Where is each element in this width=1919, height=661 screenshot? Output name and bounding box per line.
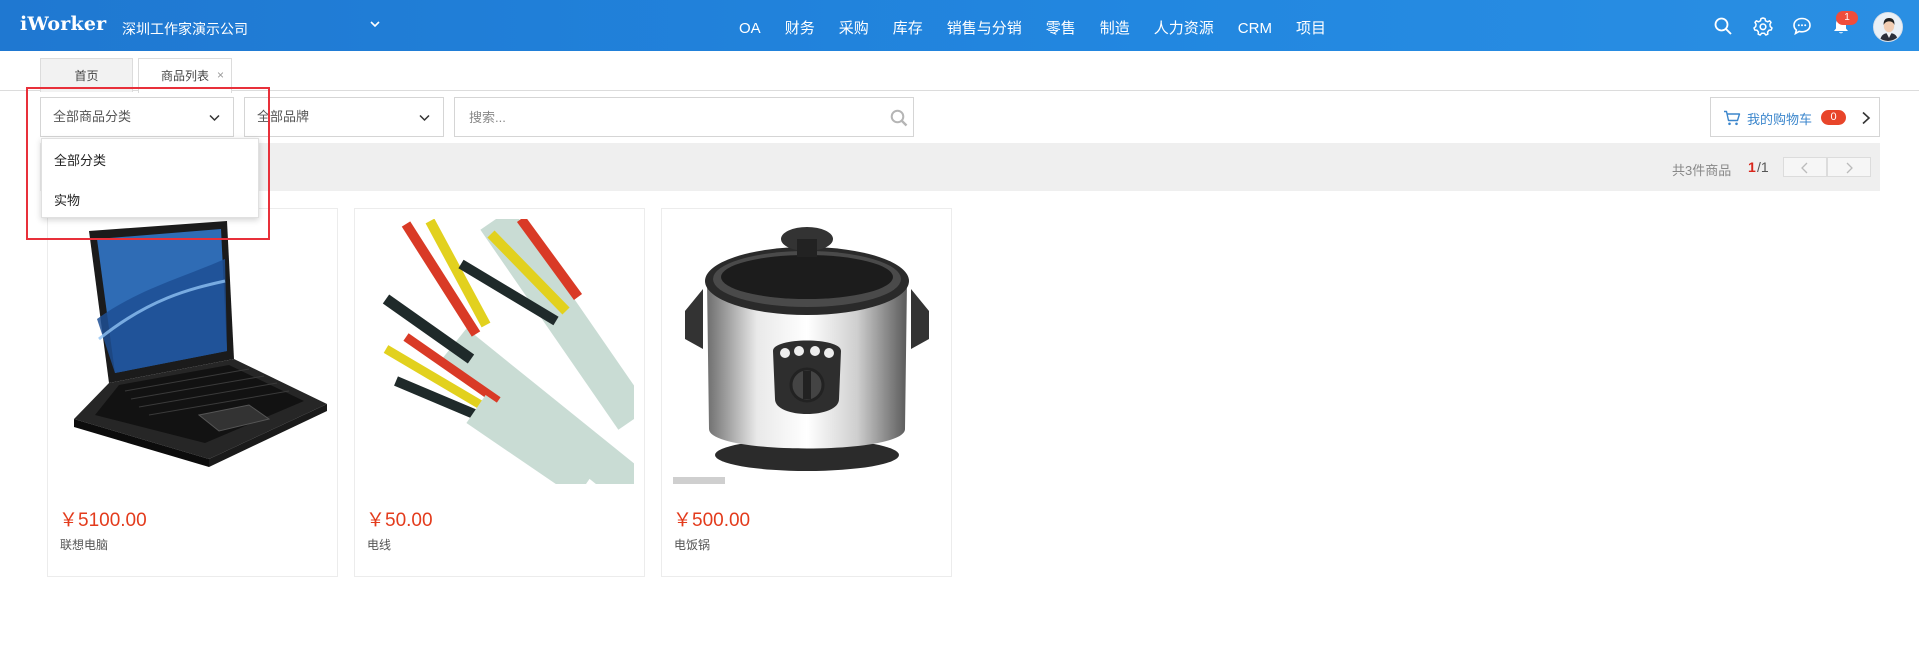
- product-card[interactable]: ￥500.00 电饭锅: [661, 208, 952, 577]
- product-price: ￥50.00: [366, 510, 433, 531]
- tab-home[interactable]: 首页: [40, 58, 133, 92]
- product-name[interactable]: 联想电脑: [60, 536, 108, 553]
- wires-image: [366, 219, 634, 484]
- cart-icon: [1724, 110, 1741, 126]
- tab-close-icon[interactable]: ×: [217, 68, 224, 82]
- category-option-physical[interactable]: 实物: [42, 184, 258, 218]
- chevron-left-icon: [1801, 162, 1808, 174]
- avatar[interactable]: [1873, 12, 1903, 42]
- notification-badge: 1: [1836, 11, 1858, 25]
- product-name[interactable]: 电线: [367, 536, 391, 553]
- cart-label: 我的购物车: [1747, 112, 1813, 127]
- chevron-right-icon: [1862, 111, 1871, 125]
- product-search: [454, 97, 914, 137]
- prev-page-button[interactable]: [1783, 157, 1827, 177]
- tab-bar: 首页 商品列表: [0, 51, 1919, 93]
- cart-count-badge: 0: [1821, 110, 1846, 125]
- search-input[interactable]: [455, 98, 913, 136]
- nav-item-crm[interactable]: CRM: [1226, 0, 1284, 51]
- app-logo[interactable]: iWorker: [20, 13, 106, 35]
- next-page-button[interactable]: [1827, 157, 1871, 177]
- product-name[interactable]: 电饭锅: [674, 536, 710, 553]
- chat-icon[interactable]: [1792, 16, 1812, 36]
- chevron-down-icon: [209, 114, 220, 122]
- nav-item-purchase[interactable]: 采购: [827, 0, 881, 51]
- main-nav: OA 财务 采购 库存 销售与分销 零售 制造 人力资源 CRM 项目: [727, 0, 1338, 51]
- product-card[interactable]: ￥50.00 电线: [354, 208, 645, 577]
- shopping-cart-button[interactable]: 我的购物车 0: [1710, 97, 1880, 137]
- laptop-image: [59, 219, 327, 484]
- nav-item-retail[interactable]: 零售: [1034, 0, 1088, 51]
- nav-item-hr[interactable]: 人力资源: [1142, 0, 1226, 51]
- brand-select-value: 全部品牌: [257, 109, 310, 124]
- product-price: ￥5100.00: [59, 510, 147, 531]
- company-name[interactable]: 深圳工作家演示公司: [122, 19, 248, 39]
- rice-cooker-image: [673, 219, 941, 484]
- result-total: 共3件商品: [1672, 163, 1732, 178]
- search-icon[interactable]: [1713, 16, 1733, 36]
- nav-item-sales[interactable]: 销售与分销: [935, 0, 1034, 51]
- nav-item-inventory[interactable]: 库存: [881, 0, 935, 51]
- gear-icon[interactable]: [1753, 16, 1773, 36]
- user-avatar-icon: [1874, 13, 1902, 41]
- chevron-down-icon: [419, 114, 430, 122]
- search-icon[interactable]: [889, 108, 909, 128]
- brand-select[interactable]: 全部品牌: [244, 97, 444, 137]
- category-dropdown: 全部分类 实物: [41, 138, 259, 218]
- nav-item-project[interactable]: 项目: [1284, 0, 1338, 51]
- top-header: iWorker 深圳工作家演示公司 OA 财务 采购 库存 销售与分销 零售 制…: [0, 0, 1919, 51]
- nav-item-finance[interactable]: 财务: [773, 0, 827, 51]
- category-select[interactable]: 全部商品分类: [40, 97, 234, 137]
- nav-item-oa[interactable]: OA: [727, 0, 773, 51]
- result-bar: [40, 143, 1880, 191]
- chevron-right-icon: [1846, 162, 1853, 174]
- page-total: /1: [1757, 159, 1769, 175]
- chevron-down-icon[interactable]: [368, 17, 382, 31]
- category-select-value: 全部商品分类: [53, 109, 132, 124]
- product-card[interactable]: ￥5100.00 联想电脑: [47, 208, 338, 577]
- nav-item-manufacturing[interactable]: 制造: [1088, 0, 1142, 51]
- category-option-all[interactable]: 全部分类: [42, 144, 258, 178]
- product-price: ￥500.00: [673, 510, 751, 531]
- page-current: 1: [1748, 159, 1756, 175]
